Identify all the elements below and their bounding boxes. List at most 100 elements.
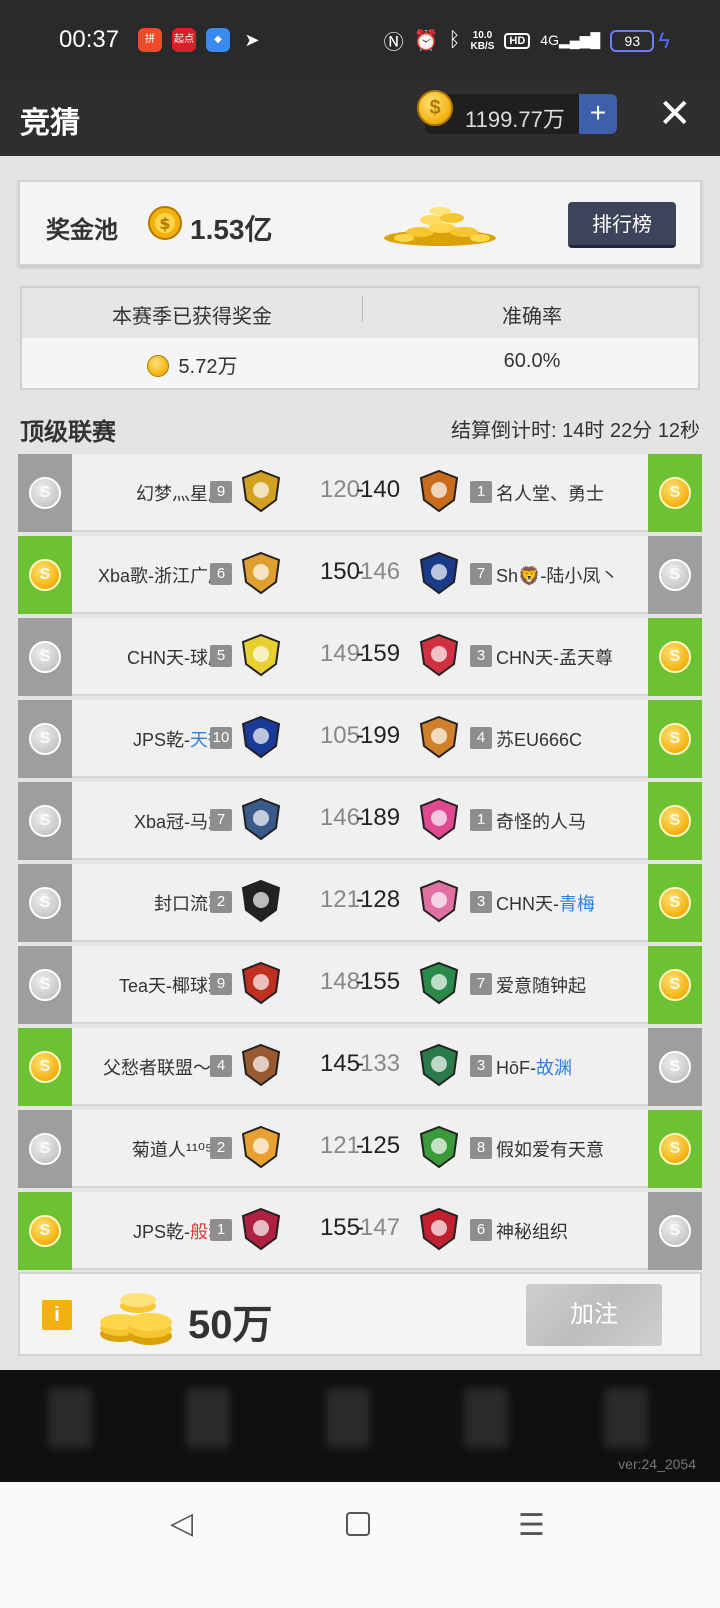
earned-label: 本赛季已获得奖金 <box>112 306 272 328</box>
right-team-logo-icon <box>419 961 459 1005</box>
page-title: 竞猜 <box>20 107 80 140</box>
prize-pool-label: 奖金池 <box>46 217 118 244</box>
nav-item-blurred[interactable] <box>186 1388 230 1448</box>
recents-icon[interactable]: ☰ <box>518 1508 545 1543</box>
back-icon[interactable]: ◁ <box>170 1506 193 1541</box>
bet-left-button[interactable] <box>18 700 72 778</box>
match-row: CHN天-球魔5149-1593CHN天-孟天尊 <box>18 618 702 696</box>
coin-icon <box>29 1215 61 1247</box>
left-team-logo-icon <box>241 551 281 595</box>
nav-item-blurred[interactable] <box>604 1388 648 1448</box>
bet-amount: 50万 <box>188 1303 273 1347</box>
bet-right-button[interactable] <box>648 536 702 614</box>
coin-icon <box>659 1215 691 1247</box>
right-team-name: HōF-故渊 <box>496 1058 572 1078</box>
right-team-logo-icon <box>419 469 459 513</box>
right-team-logo-icon <box>419 879 459 923</box>
coin-icon: $ <box>148 206 182 240</box>
bet-right-button[interactable] <box>648 1110 702 1188</box>
right-team-level: 1 <box>470 481 492 503</box>
bet-left-button[interactable] <box>18 1028 72 1106</box>
left-team-logo-icon <box>241 879 281 923</box>
bet-right-button[interactable] <box>648 454 702 532</box>
coin-icon <box>146 355 169 377</box>
match-row: 父愁者联盟～...4145-1333HōF-故渊 <box>18 1028 702 1106</box>
left-team-logo-icon <box>241 633 281 677</box>
bet-left-button[interactable] <box>18 454 72 532</box>
right-score: 147 <box>360 1214 401 1241</box>
left-team-level: 2 <box>210 1137 232 1159</box>
bet-bar: i 50万 加注 <box>18 1272 702 1356</box>
right-team-logo-icon <box>419 715 459 759</box>
coin-icon <box>29 969 61 1001</box>
bet-left-button[interactable] <box>18 1192 72 1270</box>
match-row: Xba冠-马龙7146-1891奇怪的人马 <box>18 782 702 860</box>
league-title: 顶级联赛 <box>20 419 116 446</box>
right-score: 189 <box>360 804 401 831</box>
coin-stack-icon <box>100 1293 172 1345</box>
right-team-name: 假如爱有天意 <box>496 1140 604 1160</box>
coin-pile-icon <box>384 207 496 246</box>
coin-icon <box>659 969 691 1001</box>
bet-right-button[interactable] <box>648 700 702 778</box>
bet-left-button[interactable] <box>18 782 72 860</box>
left-team-level: 5 <box>210 645 232 667</box>
add-coins-button[interactable]: + <box>579 94 617 134</box>
clock: 00:37 <box>59 26 120 53</box>
plane-notification-icon: ➤ <box>244 30 260 50</box>
nav-item-blurred[interactable] <box>48 1388 92 1448</box>
raise-bet-button[interactable]: 加注 <box>526 1284 662 1346</box>
coin-icon <box>659 887 691 919</box>
bet-right-button[interactable] <box>648 782 702 860</box>
left-team-name: Xba歌-浙江广厦 <box>97 566 226 586</box>
bet-right-button[interactable] <box>648 946 702 1024</box>
qidian-app-icon: 起点 <box>172 28 196 52</box>
bet-left-button[interactable] <box>18 618 72 696</box>
right-team-level: 3 <box>470 645 492 667</box>
bet-left-button[interactable] <box>18 536 72 614</box>
right-team-level: 4 <box>470 727 492 749</box>
prize-pool: 奖金池 $ 1.53亿 排行榜 <box>18 180 702 266</box>
page-header: 竞猜 1199.77万 + ✕ <box>0 80 720 156</box>
coin-icon <box>29 1133 61 1165</box>
nav-item-blurred[interactable] <box>464 1388 508 1448</box>
coin-icon <box>29 723 61 755</box>
right-score: 159 <box>360 640 401 667</box>
status-bar: 00:37 拼 起点 ◆ ➤ Ⓝ ⏰ ᛒ 10.0 KB/S HD 4G▂▄▆█ … <box>0 0 720 80</box>
coin-icon <box>659 1133 691 1165</box>
bet-right-button[interactable] <box>648 1028 702 1106</box>
left-team-logo-icon <box>241 1043 281 1087</box>
nav-item-blurred[interactable] <box>326 1388 370 1448</box>
coin-icon <box>659 559 691 591</box>
close-button[interactable]: ✕ <box>658 94 692 134</box>
balance-box: 1199.77万 + <box>417 90 617 134</box>
match-row: 封口流花2121-1283CHN天-青梅 <box>18 864 702 942</box>
right-team-level: 8 <box>470 1137 492 1159</box>
left-team-level: 4 <box>210 1055 232 1077</box>
info-icon[interactable]: i <box>42 1300 72 1330</box>
bet-left-button[interactable] <box>18 864 72 942</box>
leaderboard-button[interactable]: 排行榜 <box>568 202 676 248</box>
right-team-logo-icon <box>419 1125 459 1169</box>
bet-left-button[interactable] <box>18 946 72 1024</box>
right-team-logo-icon <box>419 797 459 841</box>
charging-icon: ϟ <box>658 27 670 53</box>
right-team-name: 奇怪的人马 <box>496 812 586 832</box>
right-score: 125 <box>360 1132 401 1159</box>
home-icon[interactable] <box>346 1512 370 1536</box>
earned-value: 5.72万 <box>22 350 362 379</box>
bet-left-button[interactable] <box>18 1110 72 1188</box>
coin-icon <box>417 90 453 126</box>
right-team-name: CHN天-青梅 <box>496 894 595 914</box>
alarm-icon: ⏰ <box>413 30 439 52</box>
right-team-logo-icon <box>419 1207 459 1251</box>
left-team-level: 6 <box>210 563 232 585</box>
balance-amount: 1199.77万 <box>465 107 565 132</box>
bet-right-button[interactable] <box>648 864 702 942</box>
bet-right-button[interactable] <box>648 1192 702 1270</box>
bet-right-button[interactable] <box>648 618 702 696</box>
left-team-level: 2 <box>210 891 232 913</box>
left-team-logo-icon <box>241 1125 281 1169</box>
status-icons: Ⓝ ⏰ ᛒ 10.0 KB/S HD 4G▂▄▆█ 93 ϟ <box>384 26 670 55</box>
match-row: 幻梦灬星辰9120-1401名人堂、勇士 <box>18 454 702 532</box>
